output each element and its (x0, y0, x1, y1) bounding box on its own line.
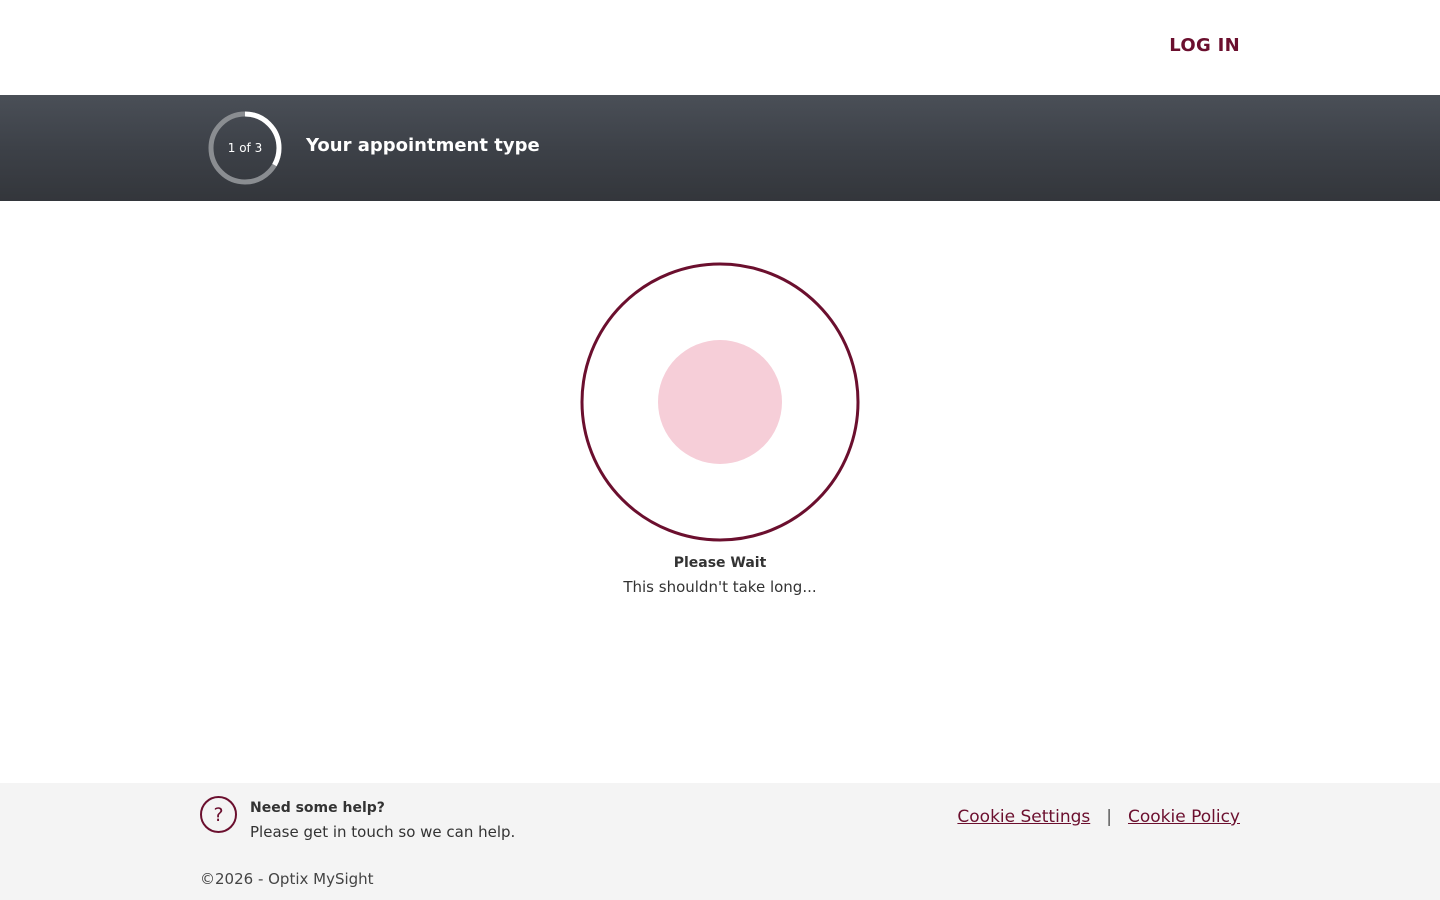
step-title: Your appointment type (306, 135, 540, 156)
cookie-policy-link[interactable]: Cookie Policy (1128, 807, 1240, 827)
footer-links: Cookie Settings | Cookie Policy (957, 807, 1240, 827)
login-link[interactable]: LOG IN (1169, 35, 1240, 56)
copyright: ©2026 - Optix MySight (200, 870, 374, 888)
main-content: Please Wait This shouldn't take long... (0, 201, 1440, 783)
question-icon[interactable]: ? (200, 796, 237, 833)
top-header: LOG IN (0, 0, 1440, 95)
footer: ? Need some help? Please get in touch so… (0, 783, 1440, 900)
step-progress-bar: 1 of 3 Your appointment type (0, 95, 1440, 201)
loading-subtitle: This shouldn't take long... (623, 578, 817, 596)
footer-link-separator: | (1106, 807, 1112, 827)
loading-spinner-core (658, 340, 782, 464)
loading-title: Please Wait (673, 555, 767, 571)
step-counter: 1 of 3 (227, 141, 263, 155)
cookie-settings-link[interactable]: Cookie Settings (957, 807, 1090, 827)
help-title: Need some help? (250, 800, 385, 816)
help-text: Please get in touch so we can help. (250, 823, 516, 841)
loading-spinner (580, 262, 860, 542)
